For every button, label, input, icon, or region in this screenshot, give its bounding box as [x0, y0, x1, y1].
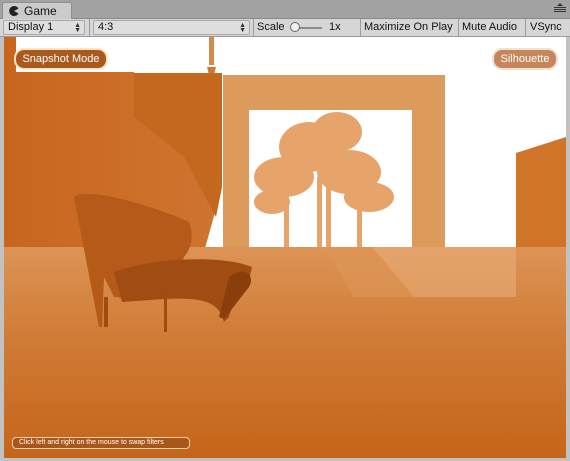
pacman-icon [9, 6, 19, 16]
mute-audio-toggle[interactable]: Mute Audio [462, 19, 517, 36]
dropdown-arrows-icon: ▲ ▼ [74, 22, 81, 34]
scale-label: Scale [257, 21, 285, 33]
game-viewport[interactable]: Snapshot Mode Silhouette Click left and … [4, 37, 566, 458]
game-scene [4, 37, 566, 458]
game-tab[interactable]: Game [2, 2, 72, 19]
silhouette-button[interactable]: Silhouette [492, 48, 558, 70]
toolbar-divider [525, 19, 526, 36]
dropdown-arrows-icon: ▲ ▼ [239, 22, 246, 34]
vsync-toggle[interactable]: VSync [530, 19, 562, 36]
toolbar-divider [458, 19, 459, 36]
tab-label: Game [24, 4, 57, 18]
lamp-cord [209, 37, 214, 65]
toolbar-divider [360, 19, 361, 36]
toolbar-divider [89, 19, 90, 36]
scale-value: 1x [329, 21, 341, 33]
toolbar-divider [253, 19, 254, 36]
tab-menu-icon[interactable] [554, 3, 566, 13]
aspect-dropdown[interactable]: 4:3 ▲ ▼ [93, 20, 250, 35]
snapshot-mode-button[interactable]: Snapshot Mode [14, 48, 108, 70]
filter-hint-label: Click left and right on the mouse to swa… [12, 437, 190, 449]
aspect-value: 4:3 [98, 21, 114, 33]
scale-slider-handle[interactable] [290, 22, 300, 32]
maximize-on-play-toggle[interactable]: Maximize On Play [364, 19, 453, 36]
display-dropdown[interactable]: Display 1 ▲ ▼ [3, 20, 85, 35]
editor-tab-strip: Game [0, 0, 570, 19]
game-view-toolbar: Display 1 ▲ ▼ 4:3 ▲ ▼ Scale 1x Maximize On… [0, 19, 570, 37]
display-value: Display 1 [8, 21, 54, 33]
